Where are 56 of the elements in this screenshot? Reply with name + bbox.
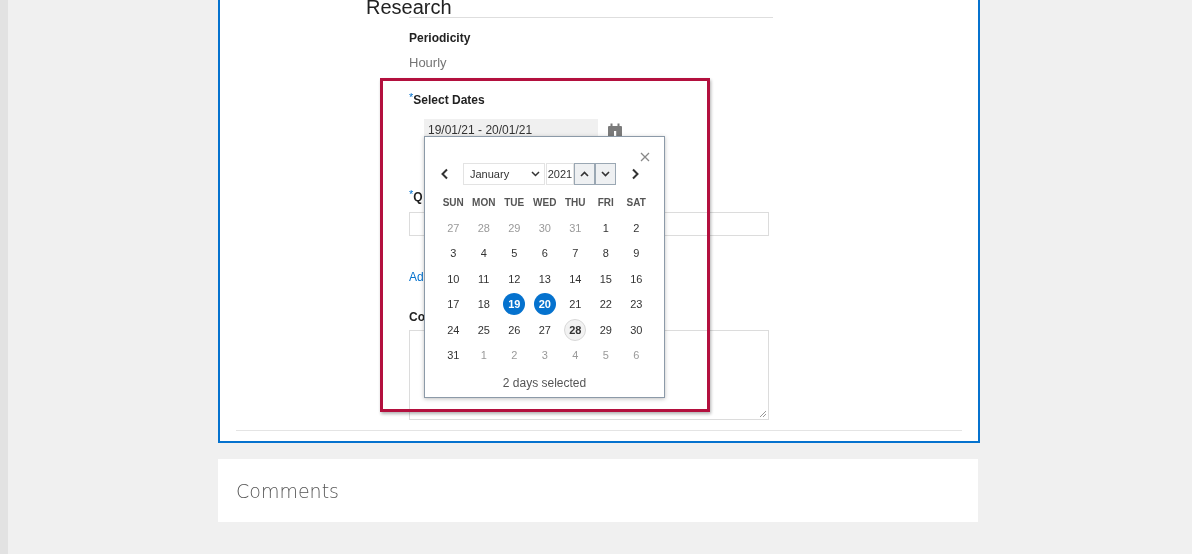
day-cell[interactable]: 11 <box>472 267 495 290</box>
field-label: Co <box>409 309 425 325</box>
day-cell[interactable]: 23 <box>625 293 648 316</box>
day-cell[interactable]: 10 <box>442 267 465 290</box>
field-value: Hourly <box>409 55 447 71</box>
weekday-label: MON <box>472 197 496 209</box>
add-link[interactable]: Ad <box>409 269 424 285</box>
day-cell[interactable]: 15 <box>594 267 617 290</box>
month-select[interactable]: January <box>463 163 545 185</box>
day-cell[interactable]: 13 <box>533 267 556 290</box>
close-icon[interactable] <box>640 152 650 162</box>
section-title: Comments <box>236 479 339 502</box>
chevron-left-icon[interactable] <box>440 168 450 180</box>
day-cell[interactable]: 8 <box>594 242 617 265</box>
day-cell[interactable]: 9 <box>625 242 648 265</box>
day-cell[interactable]: 31 <box>442 344 465 367</box>
caret-down-icon <box>531 171 540 177</box>
day-cell[interactable]: 1 <box>594 217 617 240</box>
day-cell[interactable]: 25 <box>472 318 495 341</box>
day-cell[interactable]: 24 <box>442 318 465 341</box>
resize-grip-icon[interactable] <box>759 410 767 418</box>
year-field[interactable]: 2021 <box>546 163 574 185</box>
day-cell[interactable]: 7 <box>564 242 587 265</box>
weekday-label: SAT <box>626 197 646 209</box>
day-cell[interactable]: 26 <box>503 318 526 341</box>
year-down-button[interactable] <box>595 163 616 185</box>
chevron-up-icon <box>580 171 589 177</box>
day-cell[interactable]: 12 <box>503 267 526 290</box>
day-cell[interactable]: 27 <box>533 318 556 341</box>
day-cell[interactable]: 14 <box>564 267 587 290</box>
day-cell[interactable]: 6 <box>533 242 556 265</box>
day-cell[interactable]: 5 <box>503 242 526 265</box>
day-cell[interactable]: 22 <box>594 293 617 316</box>
weekday-label: SUN <box>442 197 464 209</box>
day-cell[interactable]: 29 <box>594 318 617 341</box>
chevron-down-icon <box>601 171 610 177</box>
day-cell[interactable]: 30 <box>625 318 648 341</box>
day-cell[interactable]: 4 <box>472 242 495 265</box>
weekday-label: TUE <box>504 197 525 209</box>
day-cell[interactable]: 16 <box>625 267 648 290</box>
selected-day[interactable]: 19 <box>503 293 526 316</box>
day-cell[interactable]: 2 <box>625 217 648 240</box>
section-heading: Research <box>366 0 452 17</box>
selected-day[interactable]: 20 <box>533 293 556 316</box>
weekday-label: THU <box>564 197 586 209</box>
day-cell[interactable]: 28 <box>564 318 587 341</box>
year-up-button[interactable] <box>574 163 595 185</box>
selection-status: 2 days selected <box>501 375 588 390</box>
weekday-label: FRI <box>597 197 614 209</box>
day-cell[interactable]: 17 <box>442 293 465 316</box>
weekday-label: WED <box>533 197 557 209</box>
day-cell[interactable]: 3 <box>442 242 465 265</box>
day-cell[interactable]: 21 <box>564 293 587 316</box>
field-label: Periodicity <box>409 30 471 46</box>
chevron-right-icon[interactable] <box>630 168 640 180</box>
day-cell[interactable]: 18 <box>472 293 495 316</box>
